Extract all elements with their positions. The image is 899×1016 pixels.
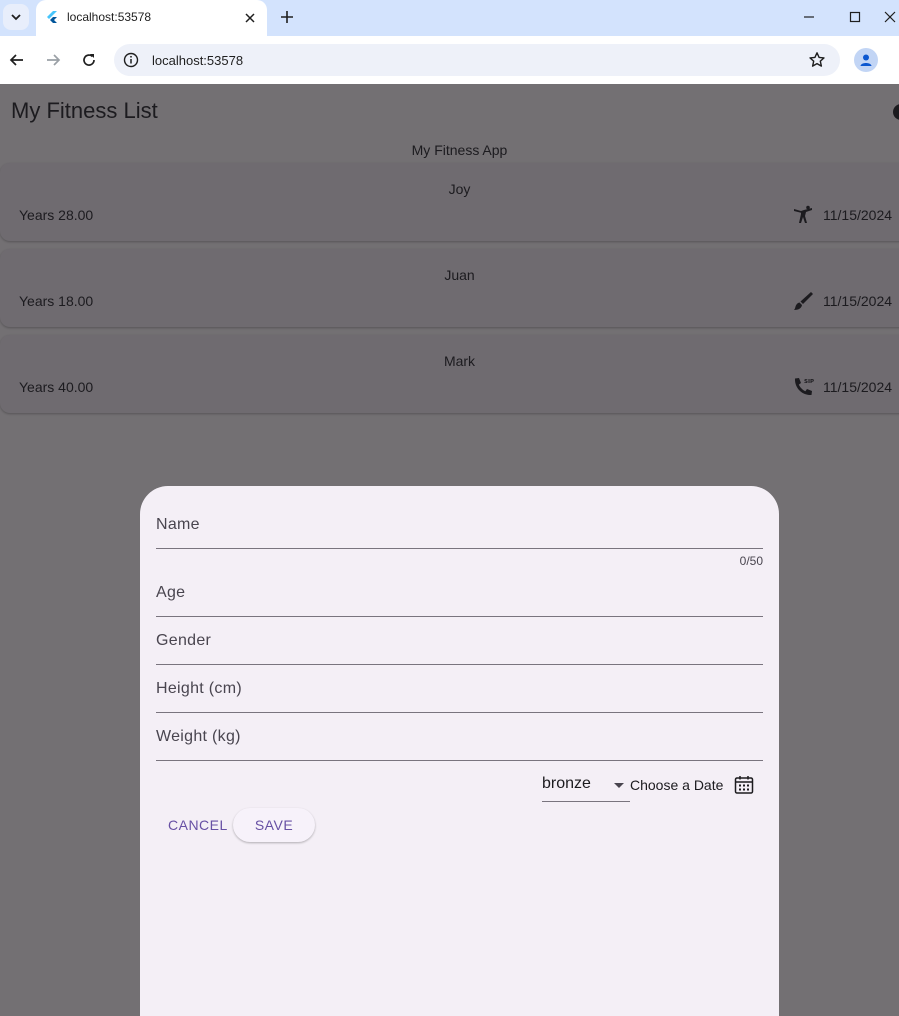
brush-icon bbox=[794, 292, 813, 310]
address-bar[interactable]: localhost:53578 bbox=[114, 44, 840, 76]
back-button[interactable] bbox=[5, 48, 29, 72]
reload-button[interactable] bbox=[77, 48, 101, 72]
entry-age: Years 28.00 bbox=[19, 207, 94, 223]
age-field[interactable]: Age bbox=[156, 578, 763, 617]
forward-button[interactable] bbox=[41, 48, 65, 72]
entry-name: Joy bbox=[448, 181, 471, 197]
profile-avatar[interactable] bbox=[854, 48, 878, 72]
entry-date: 11/15/2024 bbox=[823, 207, 893, 223]
tab-search-button[interactable] bbox=[3, 4, 29, 30]
minimize-button[interactable] bbox=[794, 4, 824, 30]
name-char-counter: 0/50 bbox=[739, 554, 763, 568]
reload-icon bbox=[83, 54, 95, 66]
flutter-logo-icon bbox=[47, 11, 57, 23]
name-field-label: Name bbox=[156, 516, 200, 533]
close-icon bbox=[245, 13, 255, 23]
add-entry-sheet: Name 0/50 Age Gender Height (cm) Weight … bbox=[140, 486, 779, 1016]
gender-field[interactable]: Gender bbox=[156, 626, 763, 665]
browser-tab-bar: localhost:53578 bbox=[0, 0, 899, 36]
height-field[interactable]: Height (cm) bbox=[156, 674, 763, 713]
app-subtitle: My Fitness App bbox=[411, 142, 508, 158]
sip-phone-icon: SIP bbox=[794, 378, 814, 396]
list-item[interactable]: Joy Years 28.00 11/15/2024 bbox=[0, 163, 899, 241]
name-field[interactable]: Name bbox=[156, 510, 763, 549]
browser-tab[interactable]: localhost:53578 bbox=[36, 0, 267, 36]
save-button[interactable]: SAVE bbox=[233, 808, 315, 842]
entry-date: 11/15/2024 bbox=[823, 379, 893, 395]
page-title: My Fitness List bbox=[11, 98, 158, 123]
age-field-label: Age bbox=[156, 584, 186, 601]
height-field-label: Height (cm) bbox=[156, 680, 242, 697]
sports-martial-arts-icon bbox=[794, 205, 812, 223]
arrow-left-icon bbox=[9, 54, 23, 66]
url-text[interactable]: localhost:53578 bbox=[152, 53, 243, 68]
tab-close-button[interactable] bbox=[241, 9, 259, 27]
entry-name: Juan bbox=[444, 267, 475, 283]
appbar-action-icon[interactable] bbox=[893, 104, 899, 120]
close-window-button[interactable] bbox=[884, 4, 899, 30]
minimize-icon bbox=[804, 16, 814, 18]
choose-date-label[interactable]: Choose a Date bbox=[630, 777, 723, 793]
arrow-right-icon bbox=[47, 54, 61, 66]
maximize-icon bbox=[849, 11, 861, 23]
caret-down-icon bbox=[614, 783, 624, 788]
tab-title: localhost:53578 bbox=[67, 10, 152, 24]
svg-text:SIP: SIP bbox=[804, 379, 814, 385]
list-item[interactable]: Juan Years 18.00 11/15/2024 bbox=[0, 249, 899, 327]
weight-field[interactable]: Weight (kg) bbox=[156, 722, 763, 761]
bookmark-star-icon[interactable] bbox=[808, 51, 826, 69]
chevron-down-icon bbox=[11, 14, 21, 21]
entry-name: Mark bbox=[443, 353, 476, 369]
calendar-icon[interactable] bbox=[733, 774, 755, 796]
weight-field-label: Weight (kg) bbox=[156, 728, 241, 745]
gender-field-label: Gender bbox=[156, 632, 212, 649]
person-icon bbox=[860, 54, 872, 66]
level-dropdown[interactable]: bronze bbox=[542, 772, 630, 802]
entry-age: Years 40.00 bbox=[19, 379, 94, 395]
maximize-button[interactable] bbox=[840, 4, 870, 30]
new-tab-button[interactable] bbox=[276, 6, 298, 28]
level-dropdown-value: bronze bbox=[542, 775, 591, 792]
entry-age: Years 18.00 bbox=[19, 293, 94, 309]
close-icon bbox=[884, 11, 896, 23]
cancel-button[interactable]: CANCEL bbox=[156, 808, 240, 842]
list-item[interactable]: Mark Years 40.00 SIP 11/15/2024 bbox=[0, 335, 899, 413]
entry-date: 11/15/2024 bbox=[823, 293, 893, 309]
plus-icon bbox=[281, 11, 293, 23]
info-icon[interactable] bbox=[123, 52, 139, 68]
